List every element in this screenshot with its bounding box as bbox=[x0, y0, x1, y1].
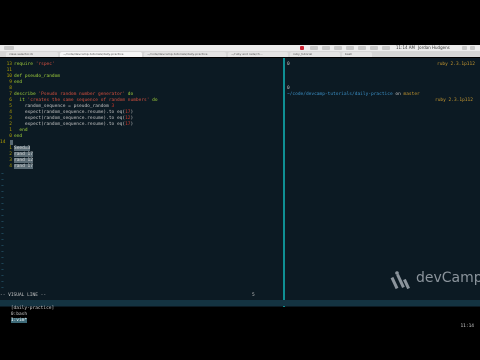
tilde-marker: ~ bbox=[1, 190, 4, 195]
tab-daily-practice-2[interactable]: ~/code/devcamp-tutorials/daily-practice bbox=[144, 52, 226, 57]
tilde-marker: ~ bbox=[1, 274, 4, 279]
code-line[interactable]: 9 end bbox=[0, 80, 22, 85]
tilde-marker: ~ bbox=[1, 244, 4, 249]
status-icon[interactable] bbox=[310, 46, 318, 50]
selected-line[interactable]: 2 rand 17 bbox=[0, 152, 33, 157]
tmux-status-bar: [daily-practice] 0:bash 1:vim* 11:14 bbox=[0, 300, 480, 329]
tilde-marker: ~ bbox=[1, 256, 4, 261]
code-line[interactable]: 10 def pseudo_random bbox=[0, 74, 60, 79]
code-line[interactable]: 6 it 'creates the same sequence of rando… bbox=[0, 98, 157, 103]
wifi-icon[interactable] bbox=[358, 46, 366, 50]
code-line[interactable]: 3 expect(random_sequence.resume).to eq(1… bbox=[0, 116, 133, 121]
code-line[interactable]: 0 end bbox=[0, 134, 22, 139]
selected-line[interactable]: 4 rand 17 bbox=[0, 164, 33, 169]
tilde-marker: ~ bbox=[1, 202, 4, 207]
devcamp-watermark: devCamp bbox=[390, 268, 480, 296]
terminal-tab-bar: class selector.rb ~/code/devcamp-tutoria… bbox=[0, 51, 480, 57]
terminal-window[interactable]: 13 require 'rspec' 11 10 def pseudo_random… bbox=[0, 58, 480, 329]
vim-status-line: -- VISUAL LINE -- 5 bbox=[0, 293, 283, 298]
tab-bash[interactable]: bash bbox=[342, 52, 372, 57]
vim-pane[interactable]: 13 require 'rspec' 11 10 def pseudo_random… bbox=[0, 58, 283, 307]
shell-line: 0 bbox=[287, 62, 290, 67]
apple-icon[interactable] bbox=[4, 46, 14, 50]
tilde-marker: ~ bbox=[1, 232, 4, 237]
code-line[interactable]: 11 bbox=[0, 68, 14, 73]
code-line[interactable]: 13 require 'rspec' bbox=[0, 62, 55, 67]
tilde-marker: ~ bbox=[1, 184, 4, 189]
code-line[interactable]: 8 bbox=[0, 86, 14, 91]
code-line[interactable]: 4 expect(random_sequence.resume).to eq(1… bbox=[0, 110, 133, 115]
selected-line[interactable]: 3 rand 12 bbox=[0, 158, 33, 163]
tab-ruby-rails[interactable]: ~/ruby and rails/ch... bbox=[228, 52, 288, 57]
tilde-marker: ~ bbox=[1, 178, 4, 183]
tmux-window-bash[interactable]: 0:bash bbox=[11, 312, 27, 317]
search-icon[interactable] bbox=[462, 46, 467, 50]
tilde-marker: ~ bbox=[1, 196, 4, 201]
code-line[interactable]: 7 describe 'Pseudo random number generato… bbox=[0, 92, 133, 97]
record-icon[interactable] bbox=[300, 46, 304, 50]
tilde-marker: ~ bbox=[1, 214, 4, 219]
tilde-marker: ~ bbox=[1, 280, 4, 285]
tmux-session: [daily-practice] bbox=[10, 306, 55, 311]
tmux-clock: 11:14 bbox=[460, 324, 474, 329]
tilde-marker: ~ bbox=[1, 268, 4, 273]
tilde-marker: ~ bbox=[1, 250, 4, 255]
selected-line[interactable]: 1 Seed=3 bbox=[0, 146, 31, 151]
volume-icon[interactable] bbox=[370, 46, 378, 50]
shell-line: 0 bbox=[287, 86, 290, 91]
tab-daily-practice-1[interactable]: ~/code/devcamp-tutorials/daily-practice bbox=[60, 52, 142, 57]
code-line[interactable]: 2 expect(random_sequence.resume).to eq(1… bbox=[0, 122, 133, 127]
tilde-marker: ~ bbox=[1, 286, 4, 291]
devcamp-logo-icon bbox=[390, 271, 410, 290]
code-line[interactable]: 5 random_sequence = pseudo_random 3 bbox=[0, 104, 114, 109]
current-line[interactable]: 14 bbox=[0, 140, 13, 145]
tilde-marker: ~ bbox=[1, 262, 4, 267]
tilde-marker: ~ bbox=[1, 220, 4, 225]
tilde-marker: ~ bbox=[1, 226, 4, 231]
code-line[interactable]: 1 end bbox=[0, 128, 27, 133]
list-icon[interactable] bbox=[470, 46, 475, 50]
status-icon[interactable] bbox=[334, 46, 342, 50]
tilde-marker: ~ bbox=[1, 238, 4, 243]
status-icon[interactable] bbox=[322, 46, 330, 50]
vim-mode: -- VISUAL LINE -- bbox=[0, 293, 47, 298]
tilde-marker: ~ bbox=[1, 208, 4, 213]
tmux-window-vim[interactable]: 1:vim* bbox=[10, 318, 28, 323]
shell-prompt[interactable]: ~/code/devcamp-tutorials/daily-practice … bbox=[287, 92, 420, 97]
tilde-marker: ~ bbox=[1, 172, 4, 177]
tab-ruby-tutorial[interactable]: ruby_tutorial bbox=[290, 52, 340, 57]
selection-count: 5 bbox=[252, 293, 255, 298]
battery-icon[interactable] bbox=[382, 46, 390, 50]
tab-class-selector[interactable]: class selector.rb bbox=[6, 52, 58, 57]
devcamp-wordmark: devCamp bbox=[416, 270, 480, 286]
cursor bbox=[10, 140, 13, 145]
ruby-version: ruby 2.3.1p112 bbox=[435, 98, 473, 103]
status-icon[interactable] bbox=[346, 46, 354, 50]
ruby-version: ruby 2.3.1p112 bbox=[437, 62, 475, 67]
